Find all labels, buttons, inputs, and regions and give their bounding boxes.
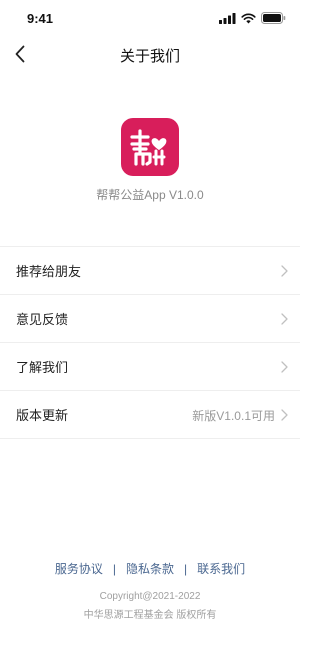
wifi-icon — [241, 12, 256, 23]
app-version-text: 帮帮公益App V1.0.0 — [96, 188, 204, 202]
menu-item-feedback[interactable]: 意见反馈 — [0, 295, 300, 343]
menu-item-about[interactable]: 了解我们 — [0, 343, 300, 391]
menu-item-right — [281, 343, 288, 391]
footer-links: 服务协议 | 隐私条款 | 联系我们 — [0, 560, 300, 577]
service-agreement-link[interactable]: 服务协议 — [55, 560, 103, 577]
contact-us-link[interactable]: 联系我们 — [197, 560, 245, 577]
menu-item-recommend[interactable]: 推荐给朋友 — [0, 247, 300, 295]
cellular-signal-icon — [219, 12, 236, 24]
privacy-policy-link[interactable]: 隐私条款 — [126, 560, 174, 577]
chevron-right-icon — [281, 313, 288, 325]
link-separator: | — [184, 561, 188, 576]
status-icons — [219, 12, 286, 24]
app-logo-icon — [130, 129, 167, 166]
app-logo — [121, 118, 179, 176]
battery-icon — [261, 12, 286, 24]
menu-item-right: 新版V1.0.1可用 — [192, 391, 288, 439]
copyright-text: Copyright@2021-2022 — [99, 591, 201, 602]
chevron-right-icon — [281, 265, 288, 277]
settings-menu: 推荐给朋友 意见反馈 了解我们 版本更新 新版V1.0.1可用 — [0, 246, 300, 439]
menu-item-label: 意见反馈 — [16, 312, 69, 327]
menu-item-right — [281, 247, 288, 295]
chevron-right-icon — [281, 409, 288, 421]
status-time: 9:41 — [27, 11, 54, 26]
organization-text: 中华思源工程基金会 版权所有 — [83, 610, 217, 621]
link-separator: | — [112, 561, 116, 576]
update-available-text: 新版V1.0.1可用 — [192, 408, 275, 423]
status-bar: 9:41 — [0, 0, 300, 36]
menu-item-right — [281, 295, 288, 343]
menu-item-label: 版本更新 — [16, 408, 69, 423]
menu-item-update[interactable]: 版本更新 新版V1.0.1可用 — [0, 391, 300, 439]
chevron-right-icon — [281, 361, 288, 373]
menu-item-label: 了解我们 — [16, 360, 69, 375]
page-title: 关于我们 — [119, 48, 180, 65]
nav-bar: 关于我们 — [0, 36, 300, 72]
menu-item-label: 推荐给朋友 — [16, 264, 82, 279]
